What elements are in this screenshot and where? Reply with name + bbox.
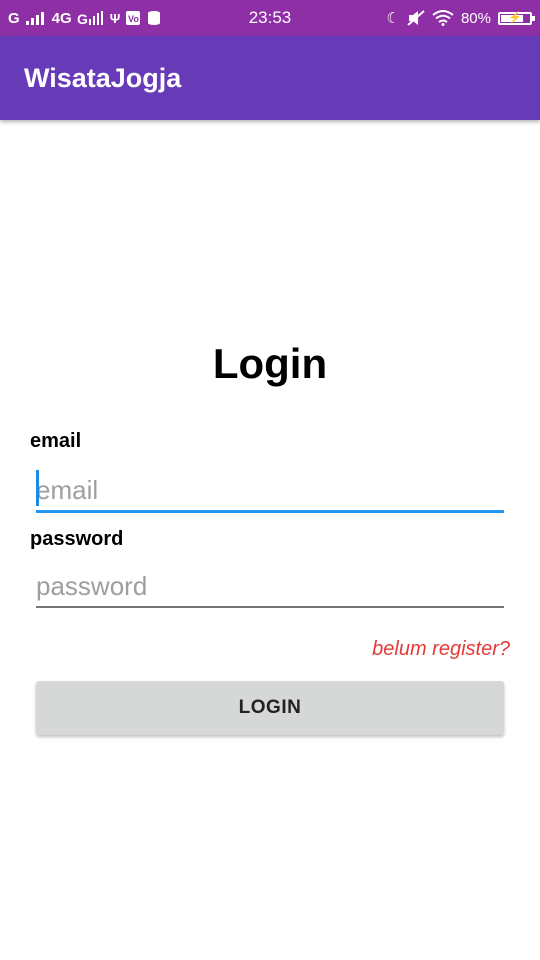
moon-icon: ☾ — [386, 10, 400, 27]
battery-icon: ⚡ — [498, 11, 535, 25]
password-underline — [36, 606, 504, 608]
status-bar: G 4G G Ψ Vo 23:53 ☾ 80% ⚡ — [0, 0, 540, 36]
app-title: WisataJogja — [24, 63, 182, 93]
email-underline — [36, 510, 504, 513]
status-right: ☾ 80% ⚡ — [386, 0, 535, 36]
login-button[interactable]: LOGIN — [36, 681, 504, 735]
email-field[interactable] — [36, 470, 504, 510]
mute-icon — [407, 10, 425, 26]
app-bar: WisataJogja — [0, 36, 540, 120]
password-field[interactable] — [36, 566, 504, 606]
text-cursor — [36, 470, 39, 506]
login-heading: Login — [212, 340, 328, 387]
email-label: email — [30, 430, 82, 452]
battery-percent: 80% — [460, 9, 491, 27]
wifi-icon — [432, 10, 454, 26]
charging-bolt-icon: ⚡ — [508, 11, 522, 24]
register-link[interactable]: belum register? — [372, 638, 510, 661]
password-label: password — [30, 528, 124, 550]
